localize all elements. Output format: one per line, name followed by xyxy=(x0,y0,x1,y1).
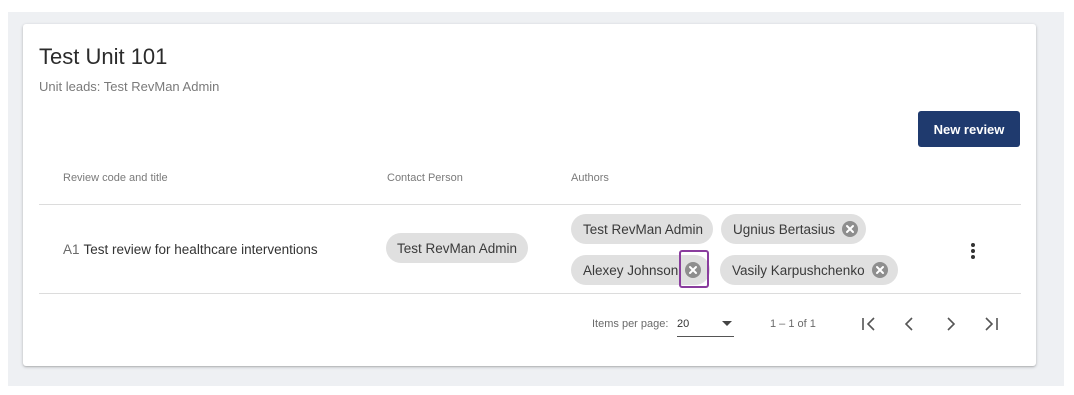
review-cell[interactable]: A1 Test review for healthcare interventio… xyxy=(63,242,318,257)
row-divider xyxy=(39,293,1021,294)
author-chip: Alexey Johnson xyxy=(571,255,710,285)
author-chip: Vasily Karpushchenko xyxy=(720,255,898,285)
more-vert-icon[interactable] xyxy=(965,240,981,262)
contact-person-name: Test RevMan Admin xyxy=(396,240,518,256)
last-page-icon[interactable] xyxy=(979,312,1003,336)
unit-title: Test Unit 101 xyxy=(39,44,168,69)
new-review-button[interactable]: New review xyxy=(918,111,1020,147)
column-header-contact: Contact Person xyxy=(387,172,463,184)
dropdown-caret-icon xyxy=(722,321,732,326)
column-header-authors: Authors xyxy=(571,172,609,184)
items-per-page-select[interactable]: 20 xyxy=(677,314,734,337)
first-page-icon[interactable] xyxy=(857,312,881,336)
header-divider xyxy=(39,204,1021,205)
author-chip: Test RevMan Admin xyxy=(571,214,713,244)
contact-person-chip: Test RevMan Admin xyxy=(386,233,528,263)
close-circle-icon[interactable] xyxy=(871,261,889,279)
review-code: A1 xyxy=(63,242,80,257)
range-label: 1 – 1 of 1 xyxy=(770,318,816,330)
unit-leads: Unit leads: Test RevMan Admin xyxy=(39,79,220,94)
author-chip: Ugnius Bertasius xyxy=(721,214,866,244)
author-name: Test RevMan Admin xyxy=(583,221,704,237)
review-title: Test review for healthcare interventions xyxy=(83,242,318,257)
items-per-page-label: Items per page: xyxy=(592,318,669,330)
items-per-page-value: 20 xyxy=(677,318,690,330)
author-name: Alexey Johnson xyxy=(583,262,679,278)
unit-card: Test Unit 101 Unit leads: Test RevMan Ad… xyxy=(23,24,1036,366)
column-header-review: Review code and title xyxy=(63,172,168,184)
chevron-left-icon[interactable] xyxy=(897,312,921,336)
close-circle-icon[interactable] xyxy=(841,220,859,238)
author-name: Ugnius Bertasius xyxy=(733,221,836,237)
author-name: Vasily Karpushchenko xyxy=(732,262,865,278)
chevron-right-icon[interactable] xyxy=(939,312,963,336)
close-circle-icon[interactable] xyxy=(684,261,702,279)
